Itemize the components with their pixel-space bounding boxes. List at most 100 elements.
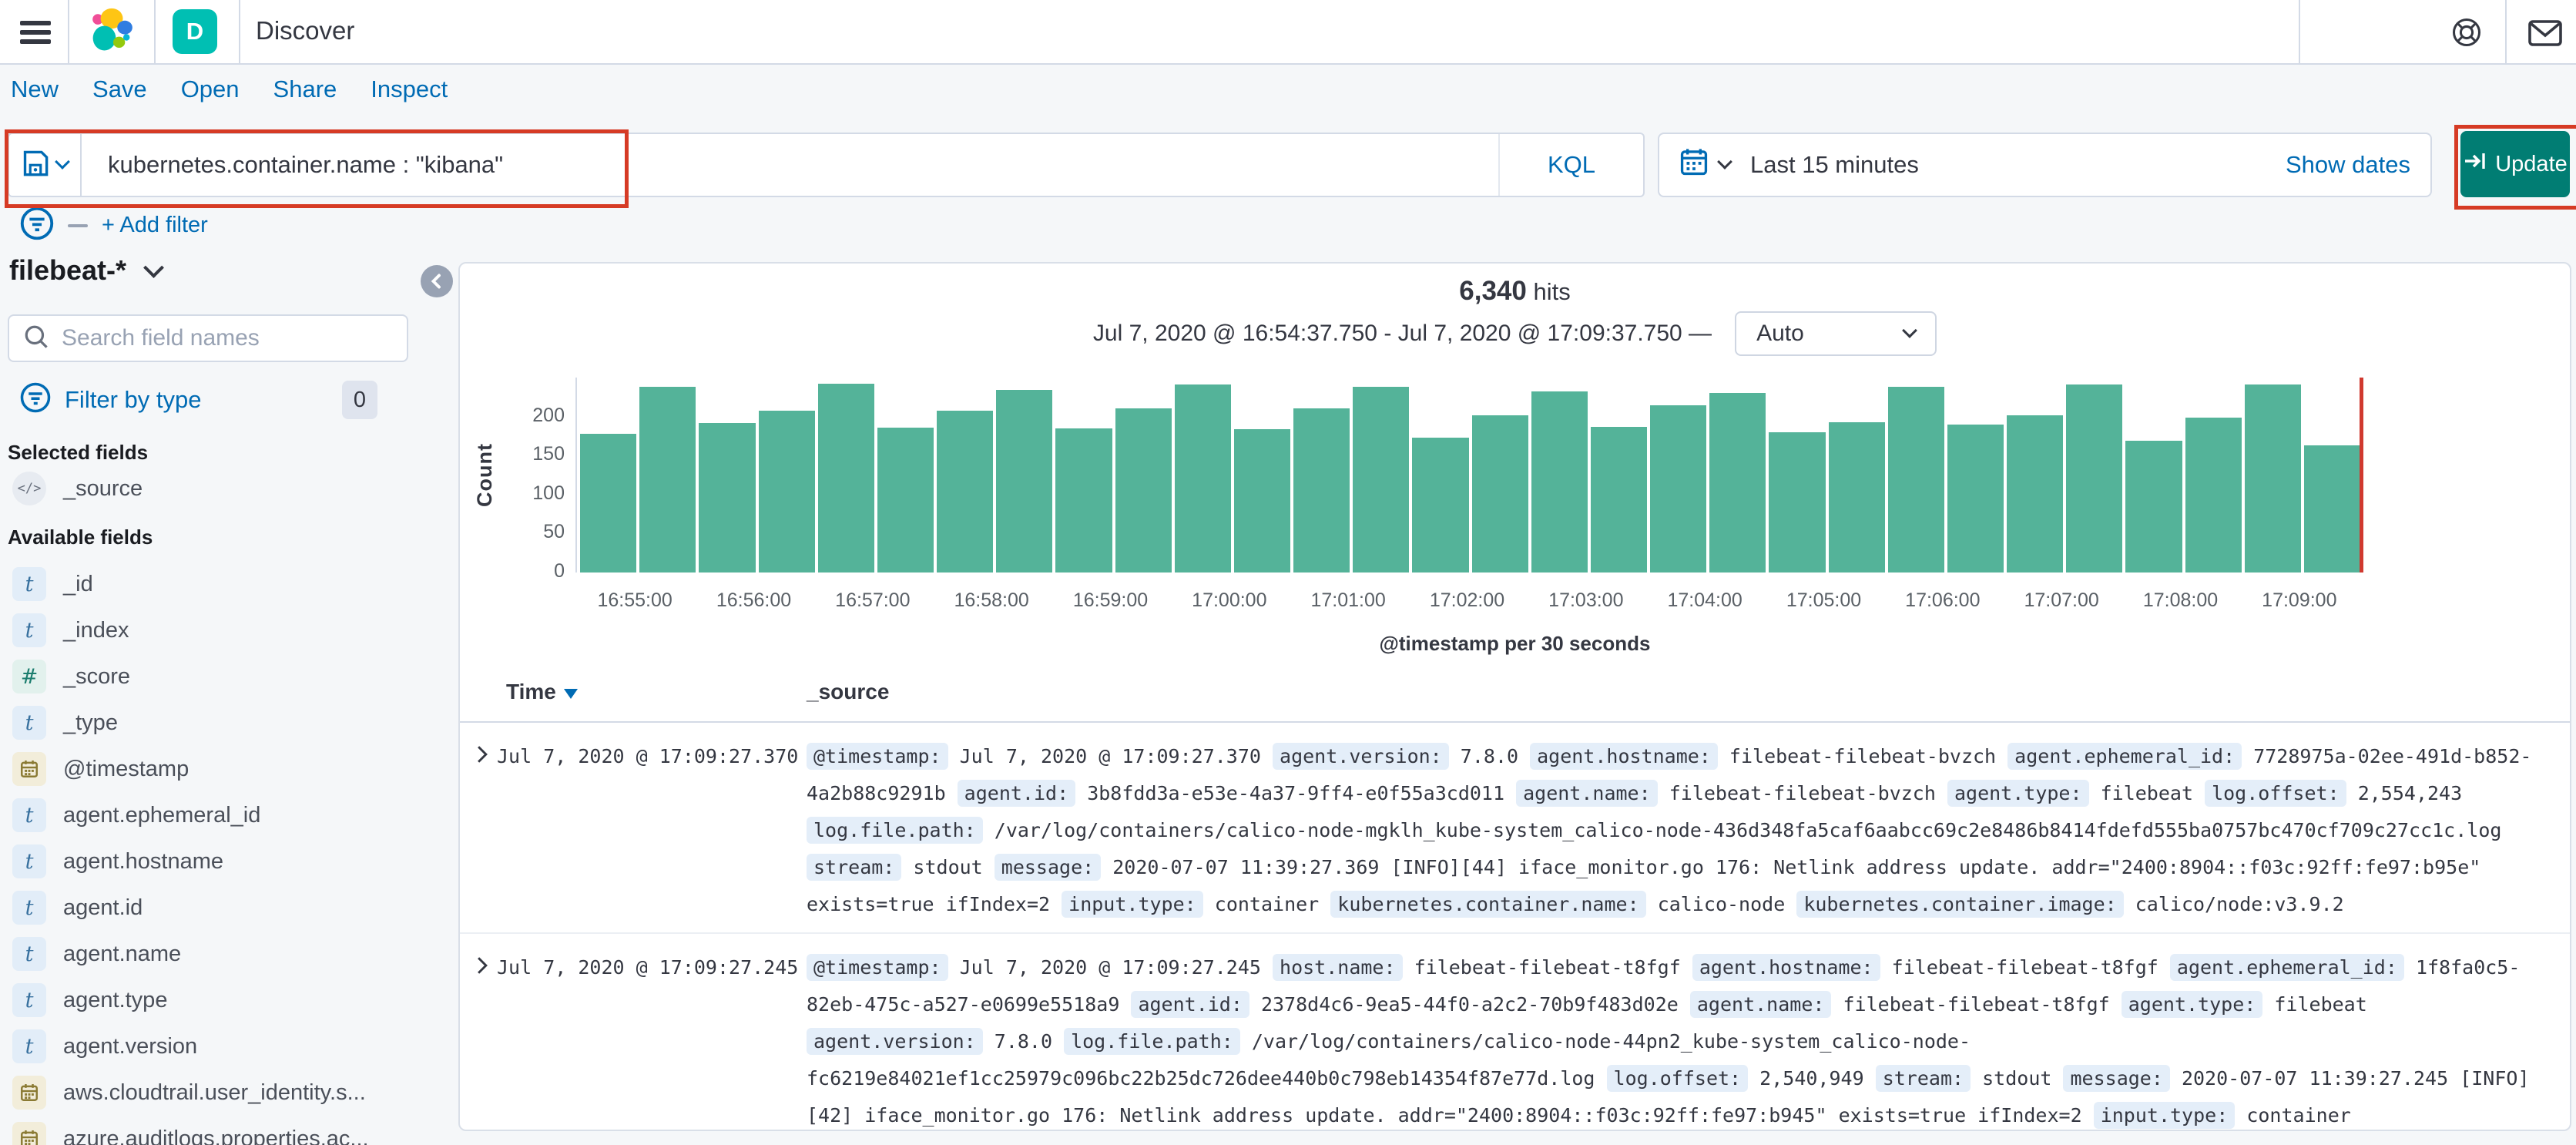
calendar-icon (1679, 147, 1709, 183)
histogram-bar[interactable] (937, 410, 994, 572)
divider (2299, 0, 2300, 63)
histogram-bar[interactable] (1293, 408, 1350, 572)
source-type-icon: </> (12, 472, 46, 505)
histogram-bar[interactable] (1769, 431, 1826, 572)
field-item[interactable]: @timestamp (12, 752, 369, 786)
histogram-bar[interactable] (2185, 417, 2242, 572)
field-name-pill: log.file.path: (1064, 1028, 1240, 1055)
time-column-header[interactable]: Time (506, 680, 578, 704)
x-axis-tick: 17:08:00 (2142, 589, 2219, 611)
histogram-bar[interactable] (1650, 405, 1707, 572)
query-bar: kubernetes.container.name : "kibana" KQL (8, 133, 1645, 197)
saved-query-menu-button[interactable] (8, 133, 82, 197)
histogram-bar[interactable] (1471, 415, 1528, 572)
field-name-pill: stream: (807, 854, 902, 881)
x-axis-tick: 17:07:00 (2024, 589, 2099, 611)
show-dates-link[interactable]: Show dates (2286, 151, 2430, 179)
histogram-bar[interactable] (1412, 437, 1469, 572)
x-axis-tick: 17:03:00 (1548, 589, 1624, 611)
histogram-bar[interactable] (758, 410, 815, 572)
histogram-bar[interactable] (1709, 393, 1766, 572)
histogram-bar[interactable] (699, 422, 756, 572)
time-range-value[interactable]: Last 15 minutes (1738, 151, 2286, 179)
nav-link-save[interactable]: Save (92, 76, 147, 103)
filter-bar: + Add filter (20, 207, 208, 244)
expand-row-icon[interactable] (472, 744, 492, 769)
histogram-bar[interactable] (817, 384, 874, 572)
histogram-bar[interactable] (2066, 384, 2123, 572)
field-item[interactable]: t agent.id (12, 891, 369, 925)
field-item[interactable]: t agent.type (12, 983, 369, 1017)
discover-badge: D (173, 9, 217, 54)
histogram-bar[interactable] (996, 390, 1053, 572)
histogram-bar[interactable] (1233, 428, 1291, 572)
field-item[interactable]: t _index (12, 613, 369, 647)
histogram-bar[interactable] (1590, 426, 1648, 572)
histogram-bar[interactable] (1174, 384, 1231, 572)
table-header: Time _source (460, 680, 2570, 721)
field-item[interactable]: </> _source (12, 472, 143, 505)
elastic-logo[interactable] (85, 5, 137, 62)
filter-by-type-button[interactable]: Filter by type (20, 382, 201, 417)
field-name-pill: agent.hostname: (1530, 743, 1718, 770)
string-type-icon: t (12, 567, 46, 601)
nav-link-inspect[interactable]: Inspect (371, 76, 448, 103)
field-item[interactable]: azure.auditlogs.properties.ac... (12, 1122, 369, 1145)
expand-row-icon[interactable] (472, 955, 492, 980)
histogram-bar[interactable] (1531, 391, 1588, 572)
field-name-pill: agent.ephemeral_id: (2169, 954, 2404, 981)
histogram-bar[interactable] (1055, 428, 1112, 572)
nav-link-open[interactable]: Open (181, 76, 240, 103)
x-axis-tick: 17:06:00 (1905, 589, 1981, 611)
string-type-icon: t (12, 937, 46, 971)
field-item[interactable]: t agent.ephemeral_id (12, 798, 369, 832)
string-type-icon: t (12, 706, 46, 740)
kibana-discover-page: D Discover New Save Open Share Inspect kuber… (0, 0, 2576, 1145)
histogram-bar[interactable] (2007, 415, 2064, 572)
y-axis-tick: 50 (543, 521, 565, 543)
histogram-bar[interactable] (580, 433, 637, 572)
field-item[interactable]: t agent.hostname (12, 844, 369, 878)
newsfeed-icon[interactable] (2528, 19, 2562, 51)
update-button[interactable]: Update (2460, 131, 2570, 197)
nav-link-new[interactable]: New (11, 76, 59, 103)
histogram-bar[interactable] (1353, 387, 1410, 572)
histogram-bar[interactable] (1828, 421, 1885, 572)
histogram-bar[interactable] (2303, 445, 2361, 572)
histogram-chart: Count @timestamp per 30 seconds 0 50 100 15… (460, 264, 2570, 695)
field-item[interactable]: t agent.version (12, 1029, 369, 1063)
help-icon[interactable] (2450, 15, 2484, 53)
field-item[interactable]: t agent.name (12, 937, 369, 971)
histogram-bar[interactable] (1115, 408, 1172, 572)
sort-descending-icon (563, 689, 578, 699)
field-name: agent.type (63, 987, 168, 1012)
query-input[interactable]: kubernetes.container.name : "kibana" KQL (82, 133, 1645, 197)
add-filter-link[interactable]: + Add filter (102, 213, 208, 238)
field-item[interactable]: t _type (12, 706, 369, 740)
field-item[interactable]: # _score (12, 660, 369, 693)
histogram-bar[interactable] (639, 387, 696, 572)
filter-icon[interactable] (20, 207, 54, 244)
string-type-icon: t (12, 798, 46, 832)
histogram-bar[interactable] (2125, 440, 2182, 572)
date-picker-quick-menu[interactable] (1659, 147, 1738, 183)
date-type-icon (12, 1076, 46, 1110)
field-item[interactable]: t _id (12, 567, 369, 601)
filter-count-badge: 0 (342, 381, 377, 419)
chevron-down-icon (1717, 154, 1732, 170)
field-search-input[interactable]: Search field names (8, 314, 408, 362)
histogram-bar[interactable] (1887, 387, 1944, 572)
field-item[interactable]: aws.cloudtrail.user_identity.s... (12, 1076, 369, 1110)
field-name-pill: kubernetes.container.image: (1796, 891, 2124, 918)
divider (239, 0, 240, 63)
index-pattern-selector[interactable]: filebeat-* (9, 254, 164, 287)
field-name-pill: @timestamp: (807, 743, 948, 770)
query-language-button[interactable]: KQL (1498, 134, 1643, 196)
histogram-bar[interactable] (2244, 384, 2301, 572)
collapse-sidebar-button[interactable] (421, 265, 453, 297)
x-axis-tick: 17:09:00 (2262, 589, 2337, 611)
histogram-bar[interactable] (1947, 424, 2004, 572)
nav-link-share[interactable]: Share (273, 76, 337, 103)
menu-icon[interactable] (20, 16, 51, 49)
histogram-bar[interactable] (877, 427, 934, 572)
